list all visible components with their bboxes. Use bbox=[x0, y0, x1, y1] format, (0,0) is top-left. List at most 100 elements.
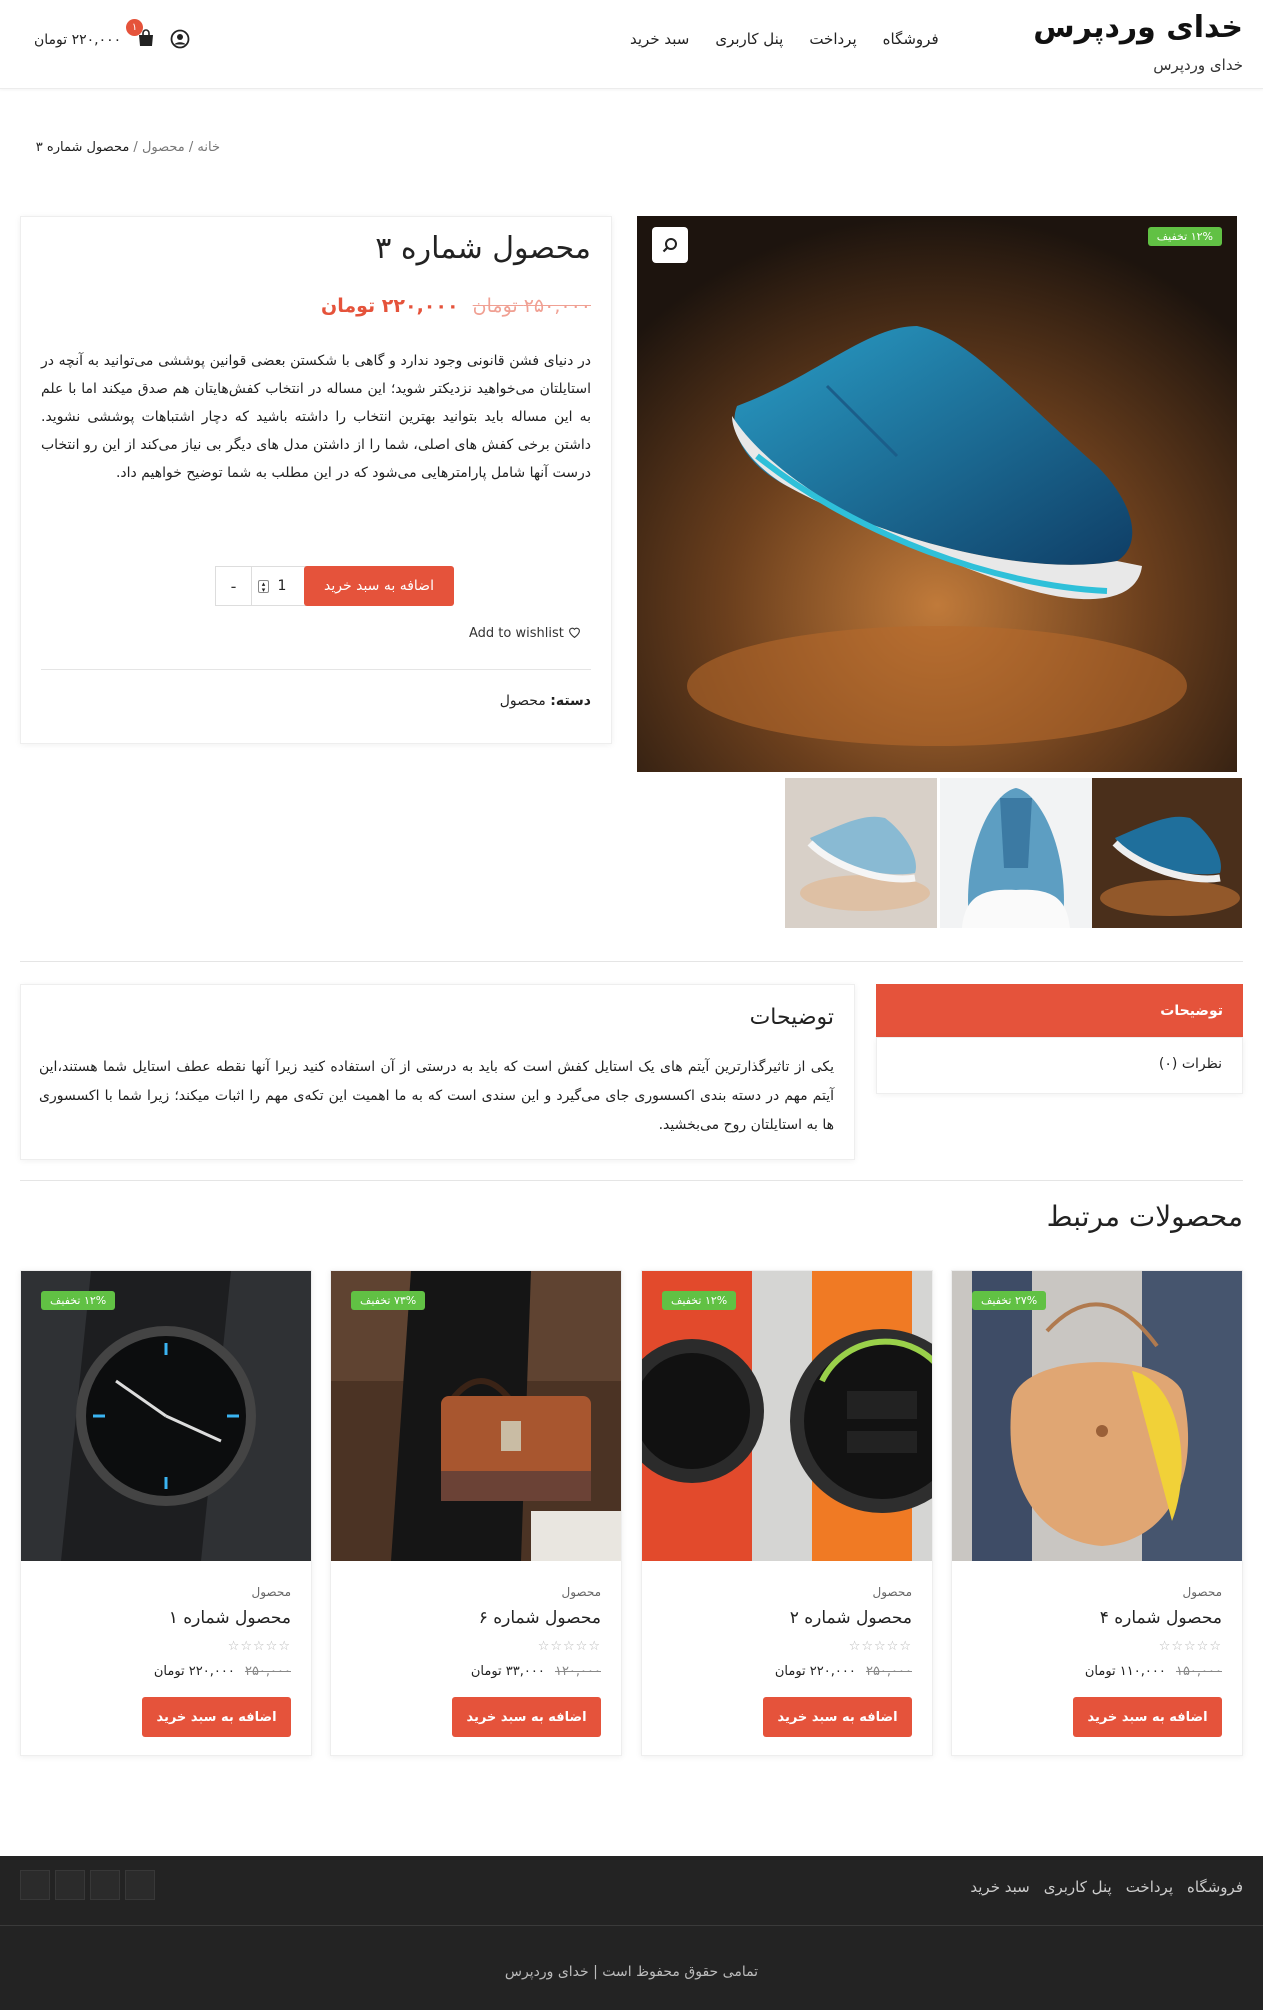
divider bbox=[20, 961, 1243, 962]
nav-item-cart[interactable]: سبد خرید bbox=[630, 30, 689, 48]
site-title[interactable]: خدای وردپرس bbox=[1033, 10, 1243, 45]
product-title: محصول شماره ۳ bbox=[375, 231, 591, 266]
gallery-thumbnail[interactable] bbox=[940, 778, 1092, 928]
footer-nav-checkout[interactable]: پرداخت bbox=[1126, 1878, 1173, 1896]
spinner-arrows-icon[interactable]: ▴ ▾ bbox=[258, 580, 269, 594]
cart-amount[interactable]: ۲۲۰,۰۰۰ تومان bbox=[34, 32, 121, 48]
divider bbox=[41, 669, 591, 670]
discount-badge: ۷۳% تخفیف bbox=[351, 1291, 426, 1310]
product-card-image[interactable]: ۱۲% تخفیف bbox=[642, 1271, 932, 1561]
discount-badge: ۱۲% تخفیف bbox=[1147, 227, 1222, 246]
tab-description[interactable]: توضیحات bbox=[876, 984, 1243, 1037]
divider bbox=[0, 1925, 1263, 1926]
gallery-thumbnail[interactable] bbox=[1090, 778, 1242, 928]
user-icon[interactable] bbox=[170, 29, 190, 49]
product-card-title[interactable]: محصول شماره ۱ bbox=[169, 1608, 291, 1628]
category-link[interactable]: محصول bbox=[500, 693, 546, 709]
add-to-cart-button[interactable]: اضافه به سبد خرید bbox=[304, 566, 454, 606]
add-to-cart-button[interactable]: اضافه به سبد خرید bbox=[452, 1697, 601, 1737]
product-card[interactable]: ۱۲% تخفیف محصول محصول شماره ۱ ☆☆☆☆☆ ۲۵۰,… bbox=[20, 1270, 312, 1756]
nav-item-checkout[interactable]: پرداخت bbox=[809, 30, 856, 48]
rating-stars-icon: ☆☆☆☆☆ bbox=[848, 1639, 912, 1654]
product-card-category[interactable]: محصول bbox=[1183, 1585, 1223, 1599]
quantity-value: 1 bbox=[277, 578, 287, 594]
breadcrumb-home[interactable]: خانه bbox=[197, 140, 220, 155]
rating-stars-icon: ☆☆☆☆☆ bbox=[537, 1639, 601, 1654]
magnifier-icon bbox=[662, 238, 677, 253]
social-icon[interactable] bbox=[55, 1870, 85, 1900]
description-panel: توضیحات یکی از تاثیرگذارترین آیتم های یک… bbox=[20, 984, 855, 1160]
product-card-image[interactable]: ۲۷% تخفیف bbox=[952, 1271, 1242, 1561]
old-price: ۱۵۰,۰۰۰ bbox=[1175, 1664, 1222, 1679]
footer-nav-cart[interactable]: سبد خرید bbox=[970, 1878, 1029, 1896]
heart-icon bbox=[569, 627, 580, 639]
product-card-category[interactable]: محصول bbox=[562, 1585, 602, 1599]
add-to-cart-button[interactable]: اضافه به سبد خرید bbox=[1073, 1697, 1222, 1737]
product-summary: محصول شماره ۳ ۲۵۰,۰۰۰ تومان ۲۲۰,۰۰۰ توما… bbox=[20, 216, 612, 744]
copyright: تمامی حقوق محفوظ است | خدای وردپرس bbox=[504, 1964, 759, 1980]
product-card[interactable]: ۲۷% تخفیف محصول محصول شماره ۴ ☆☆☆☆☆ ۱۵۰,… bbox=[951, 1270, 1243, 1756]
category-label: دسته: bbox=[550, 693, 591, 709]
sale-price: ۱۱۰,۰۰۰ تومان bbox=[1084, 1664, 1166, 1679]
sale-price: ۳۳,۰۰۰ تومان bbox=[470, 1664, 545, 1679]
old-price: ۲۵۰,۰۰۰ bbox=[244, 1664, 291, 1679]
product-card-title[interactable]: محصول شماره ۲ bbox=[790, 1608, 912, 1628]
product-card[interactable]: ۱۲% تخفیف محصول محصول شماره ۲ ☆☆☆☆☆ ۲۵۰,… bbox=[641, 1270, 933, 1756]
breadcrumb-category[interactable]: محصول bbox=[142, 140, 185, 155]
sneaker-thumbnail-image bbox=[1090, 778, 1242, 928]
smartwatch-icon bbox=[642, 1271, 932, 1561]
quantity-input[interactable]: ▴ ▾ 1 bbox=[252, 567, 312, 605]
sneaker-thumbnail-image bbox=[940, 778, 1092, 928]
old-price: ۲۵۰,۰۰۰ تومان bbox=[472, 295, 591, 317]
product-card-category[interactable]: محصول bbox=[873, 1585, 913, 1599]
footer-nav-account[interactable]: پنل کاربری bbox=[1044, 1878, 1112, 1896]
product-card-title[interactable]: محصول شماره ۴ bbox=[1100, 1608, 1222, 1628]
divider bbox=[20, 1180, 1243, 1181]
discount-badge: ۱۲% تخفیف bbox=[662, 1291, 737, 1310]
description-title: توضیحات bbox=[749, 1005, 834, 1030]
footer-nav: فروشگاه پرداخت پنل کاربری سبد خرید bbox=[970, 1878, 1243, 1896]
breadcrumb-separator: / bbox=[129, 140, 142, 155]
nav-item-shop[interactable]: فروشگاه bbox=[883, 30, 939, 48]
product-card-price: ۱۲۰,۰۰۰ ۳۳,۰۰۰ تومان bbox=[471, 1664, 601, 1679]
zoom-button[interactable] bbox=[652, 227, 688, 263]
social-icon[interactable] bbox=[125, 1870, 155, 1900]
site-footer: فروشگاه پرداخت پنل کاربری سبد خرید تمامی… bbox=[0, 1856, 1263, 2010]
nav-item-account[interactable]: پنل کاربری bbox=[715, 30, 783, 48]
cart-count-badge: ۱ bbox=[126, 19, 143, 36]
breadcrumb-separator: / bbox=[184, 140, 198, 155]
description-body: یکی از تاثیرگذارترین آیتم های یک استایل … bbox=[39, 1059, 834, 1133]
rating-stars-icon: ☆☆☆☆☆ bbox=[1158, 1639, 1222, 1654]
product-main-image[interactable]: ۱۲% تخفیف bbox=[637, 216, 1237, 772]
tab-reviews[interactable]: نظرات (۰) bbox=[876, 1037, 1243, 1094]
sneaker-image bbox=[637, 216, 1237, 772]
site-header: خدای وردپرس خدای وردپرس فروشگاه پرداخت پ… bbox=[0, 0, 1263, 89]
old-price: ۲۵۰,۰۰۰ bbox=[865, 1664, 912, 1679]
social-icon[interactable] bbox=[20, 1870, 50, 1900]
product-card-price: ۱۵۰,۰۰۰ ۱۱۰,۰۰۰ تومان bbox=[1085, 1664, 1222, 1679]
footer-nav-shop[interactable]: فروشگاه bbox=[1187, 1878, 1243, 1896]
breadcrumb: خانه / محصول / محصول شماره ۳ bbox=[36, 140, 220, 155]
site-tagline: خدای وردپرس bbox=[1153, 56, 1243, 74]
old-price: ۱۲۰,۰۰۰ bbox=[554, 1664, 601, 1679]
sale-price: ۲۲۰,۰۰۰ تومان bbox=[774, 1664, 856, 1679]
product-card-title[interactable]: محصول شماره ۶ bbox=[479, 1608, 601, 1628]
product-card-image[interactable]: ۷۳% تخفیف bbox=[331, 1271, 621, 1561]
add-to-wishlist-link[interactable]: Add to wishlist bbox=[469, 626, 581, 641]
main-nav: فروشگاه پرداخت پنل کاربری سبد خرید bbox=[630, 30, 939, 48]
add-to-wishlist-label: Add to wishlist bbox=[469, 626, 564, 641]
rating-stars-icon: ☆☆☆☆☆ bbox=[227, 1639, 291, 1654]
product-card-category[interactable]: محصول bbox=[252, 1585, 292, 1599]
breadcrumb-current: محصول شماره ۳ bbox=[35, 140, 130, 155]
add-to-cart-button[interactable]: اضافه به سبد خرید bbox=[142, 1697, 291, 1737]
handbag-icon bbox=[331, 1271, 621, 1561]
quantity-minus-button[interactable]: - bbox=[216, 567, 252, 605]
product-short-description: در دنیای فشن قانونی وجود ندارد و گاهی با… bbox=[41, 353, 591, 481]
product-price: ۲۵۰,۰۰۰ تومان ۲۲۰,۰۰۰ تومان bbox=[321, 295, 591, 317]
social-icon[interactable] bbox=[90, 1870, 120, 1900]
product-category: دسته: محصول bbox=[500, 693, 591, 709]
gallery-thumbnail[interactable] bbox=[785, 778, 937, 928]
product-card-image[interactable]: ۱۲% تخفیف bbox=[21, 1271, 311, 1561]
add-to-cart-button[interactable]: اضافه به سبد خرید bbox=[763, 1697, 912, 1737]
product-card[interactable]: ۷۳% تخفیف محصول محصول شماره ۶ ☆☆☆☆☆ ۱۲۰,… bbox=[330, 1270, 622, 1756]
